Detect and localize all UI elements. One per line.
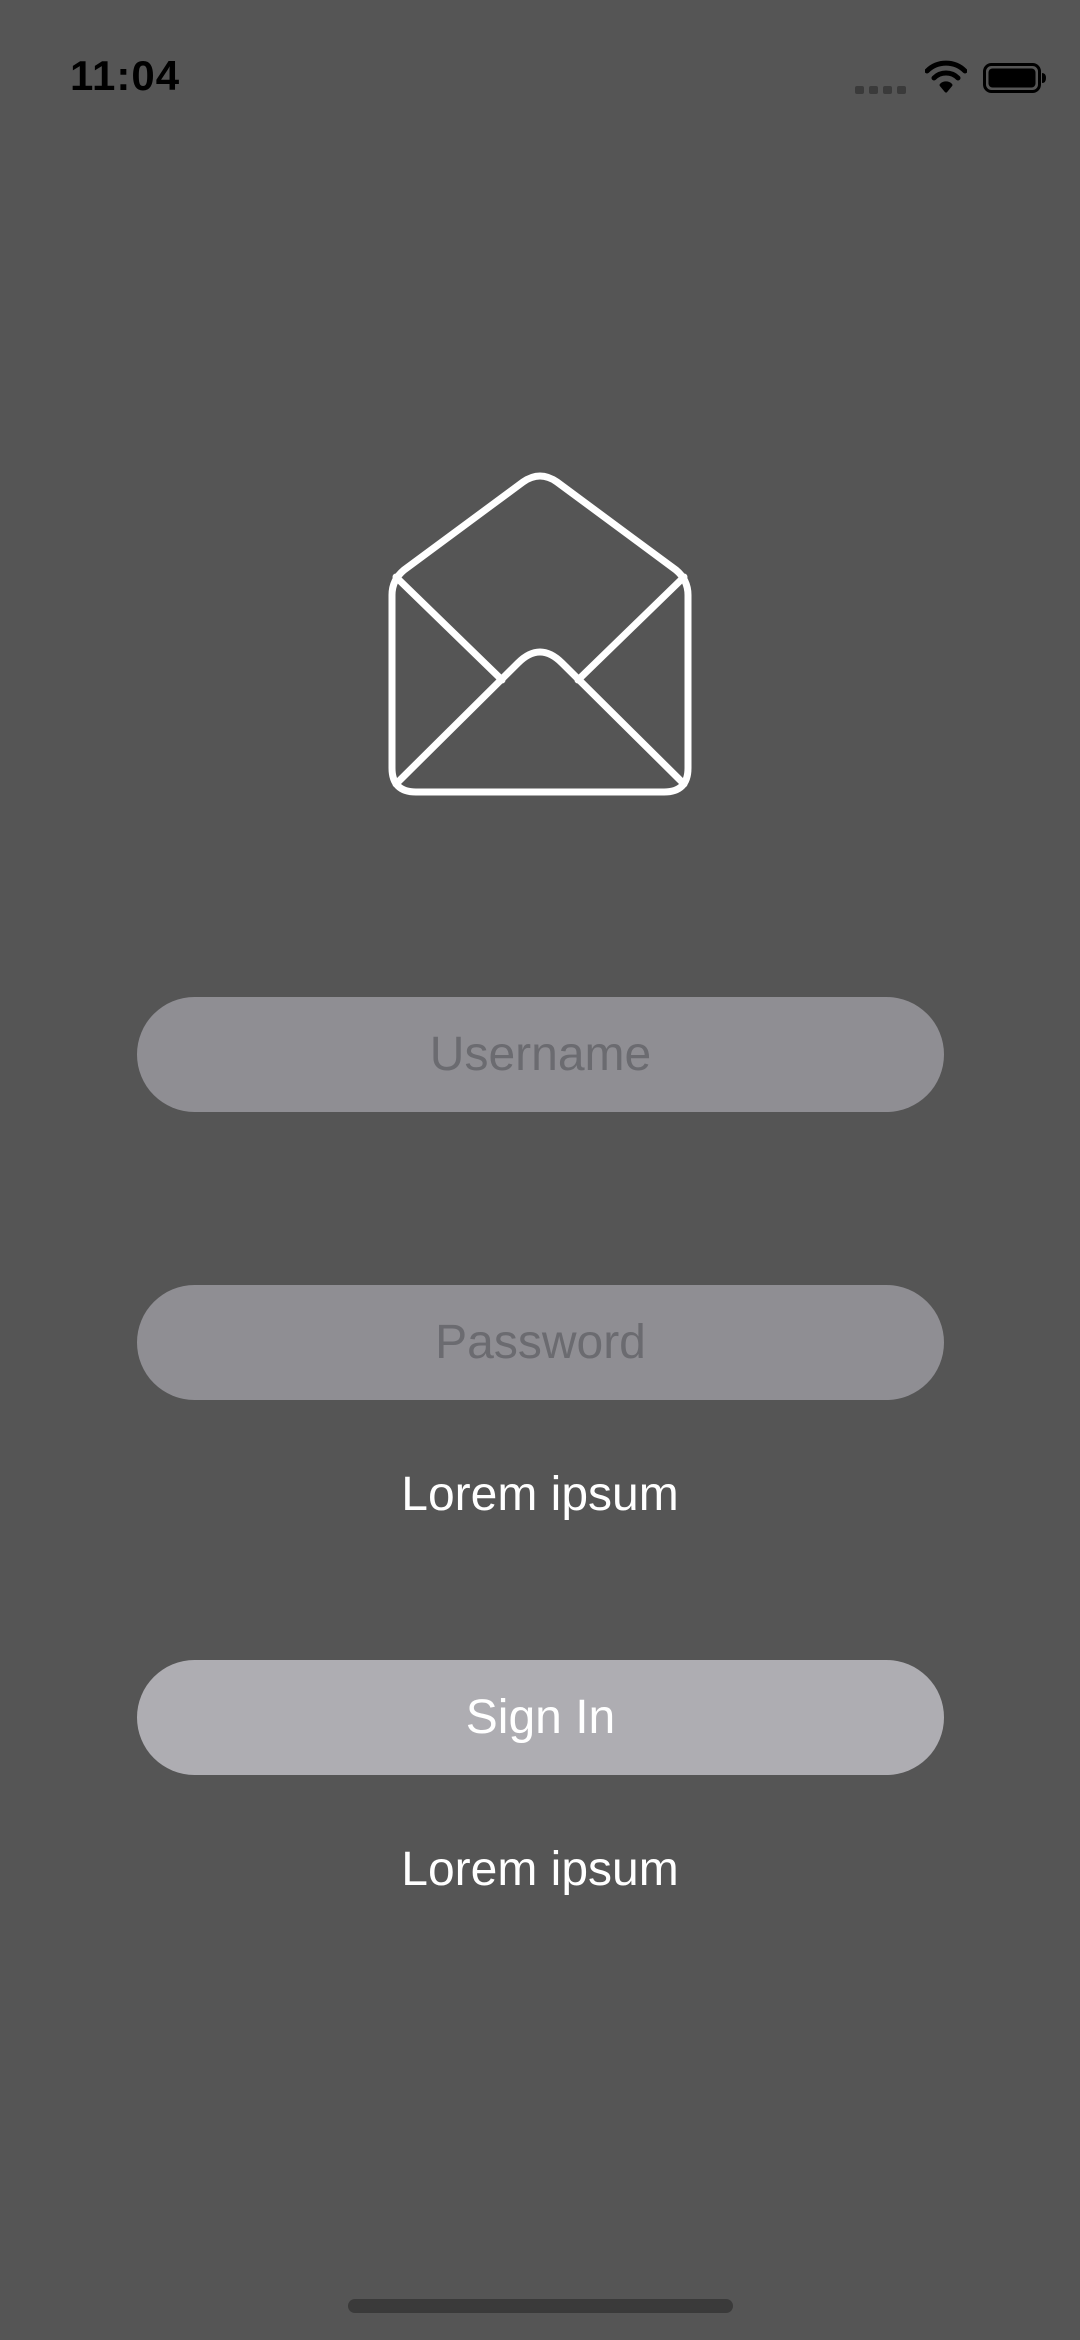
battery-icon xyxy=(983,63,1046,93)
status-bar: 11:04 xyxy=(0,0,1080,150)
signal-dots-icon xyxy=(855,86,907,96)
envelope-open-icon xyxy=(388,472,692,796)
password-field[interactable] xyxy=(137,1285,944,1400)
password-caption-link[interactable]: Lorem ipsum xyxy=(0,1465,1080,1525)
sign-in-button[interactable]: Sign In xyxy=(137,1660,944,1775)
home-indicator xyxy=(348,2299,733,2313)
status-icons xyxy=(855,60,1055,100)
wifi-icon xyxy=(925,60,967,93)
sign-in-caption-link[interactable]: Lorem ipsum xyxy=(0,1840,1080,1900)
username-field[interactable] xyxy=(137,997,944,1112)
status-time: 11:04 xyxy=(70,52,181,99)
